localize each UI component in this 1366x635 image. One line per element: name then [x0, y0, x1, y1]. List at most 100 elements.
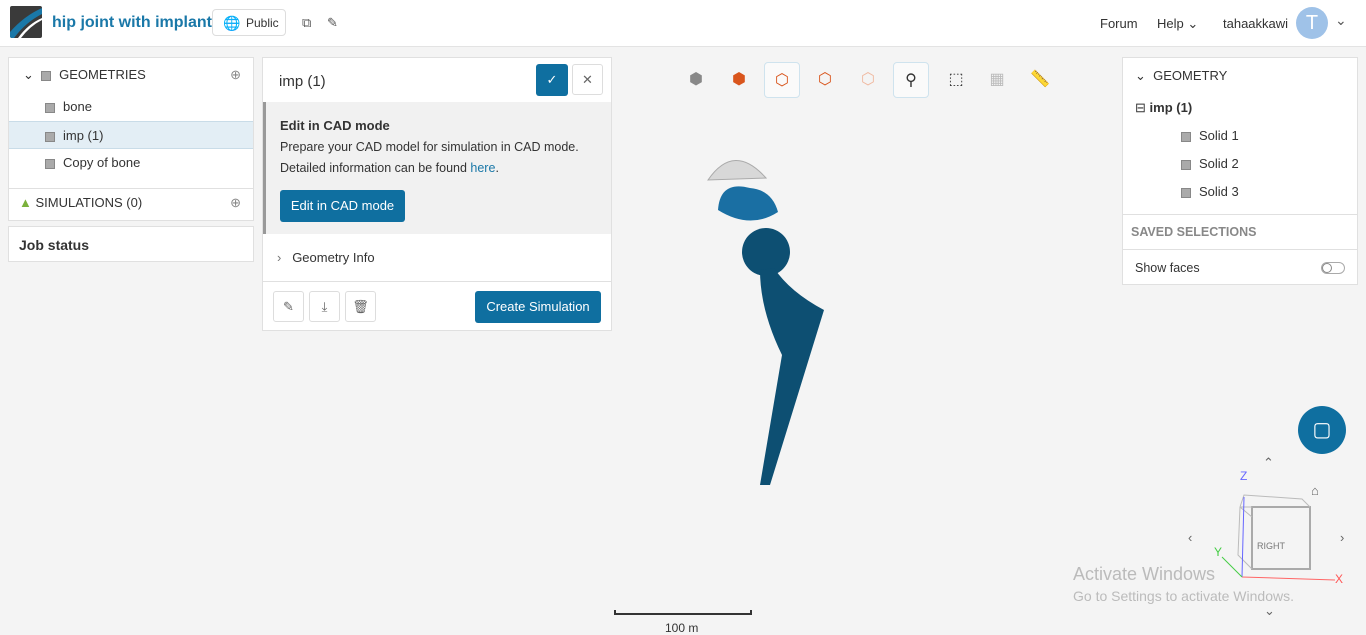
pencil-icon[interactable]: ✎: [327, 15, 338, 31]
simulations-label: SIMULATIONS (0): [35, 195, 143, 210]
chevron-down-icon: ⌄: [23, 67, 34, 82]
close-button[interactable]: ✕: [572, 64, 603, 95]
geometry-info-label: Geometry Info: [292, 250, 375, 265]
show-faces-label: Show faces: [1135, 261, 1200, 275]
solid-icon: [1181, 131, 1191, 142]
scale-bar: [614, 610, 752, 615]
root-label: imp (1): [1149, 100, 1193, 115]
detail-title: imp (1): [279, 73, 326, 90]
z-axis-label: Z: [1240, 469, 1248, 483]
close-icon: ✕: [582, 72, 593, 87]
period: .: [495, 161, 499, 175]
tree-item-solid[interactable]: Solid 3: [1181, 184, 1239, 199]
item-label: Copy of bone: [63, 155, 141, 170]
view-faces-icon[interactable]: ⬡: [764, 62, 800, 98]
geometries-label: GEOMETRIES: [59, 67, 146, 82]
solid-icon: [1181, 159, 1191, 170]
geometry-header[interactable]: ⌄ GEOMETRY: [1135, 68, 1227, 84]
confirm-button[interactable]: ✓: [536, 64, 568, 96]
copy-icon[interactable]: ⧉: [302, 15, 311, 31]
project-title[interactable]: hip joint with implant: [52, 14, 212, 32]
download-icon: ⤓: [321, 299, 328, 314]
windows-watermark-text: Go to Settings to activate Windows.: [1073, 588, 1294, 604]
job-status-panel[interactable]: Job status: [8, 226, 254, 262]
create-simulation-button[interactable]: Create Simulation: [475, 291, 601, 323]
list-item-selected[interactable]: imp (1): [9, 121, 253, 149]
job-status-label: Job status: [19, 237, 90, 253]
chat-icon: ▢: [1312, 419, 1332, 441]
chevron-down-icon: ⌄: [1187, 16, 1199, 31]
item-label: imp (1): [63, 128, 104, 143]
chevron-right-icon: ›: [277, 250, 282, 265]
windows-watermark-title: Activate Windows: [1073, 564, 1216, 584]
view-solid-edges-icon[interactable]: ⬢: [721, 62, 757, 98]
saved-selections-header[interactable]: SAVED SELECTIONS: [1123, 214, 1357, 250]
delete-button[interactable]: 🗑: [345, 291, 376, 322]
chat-button[interactable]: ▢: [1298, 406, 1346, 454]
app-logo[interactable]: [10, 6, 42, 38]
tree-root[interactable]: ⊟ imp (1): [1135, 100, 1192, 116]
show-faces-toggle[interactable]: [1321, 262, 1345, 274]
view-wireframe-icon[interactable]: ⬡: [807, 62, 843, 98]
rotate-left-icon[interactable]: ‹: [1188, 530, 1192, 545]
axes-cube-graphic: [1221, 494, 1336, 581]
simulations-header[interactable]: ▲ SIMULATIONS (0) ⊕: [9, 188, 253, 216]
view-cube-face-label: RIGHT: [1257, 541, 1285, 551]
box-select-icon[interactable]: ⬚: [938, 62, 974, 98]
acetabular-shell: [718, 186, 778, 221]
cad-heading: Edit in CAD mode: [280, 118, 390, 133]
avatar[interactable]: T: [1296, 7, 1328, 39]
rotate-right-icon[interactable]: ›: [1340, 530, 1344, 545]
solid-label: Solid 1: [1199, 128, 1239, 143]
check-icon: ✓: [546, 72, 558, 87]
list-item[interactable]: Copy of bone: [9, 149, 253, 177]
download-button[interactable]: ⤓: [309, 291, 340, 322]
x-axis-label: X: [1335, 572, 1344, 586]
femoral-head: [742, 228, 790, 276]
trash-icon: 🗑: [352, 299, 369, 314]
list-item[interactable]: bone: [9, 93, 253, 121]
detail-panel: imp (1) ✓ ✕ Edit in CAD mode Prepare you…: [262, 57, 612, 331]
view-solid-icon[interactable]: ⬢: [678, 62, 714, 98]
geometries-icon: [41, 70, 52, 81]
visibility-label: Public: [246, 16, 279, 30]
cad-text-line2: Detailed information can be found here.: [280, 161, 499, 175]
geometry-icon: [45, 158, 55, 169]
edit-cad-button[interactable]: Edit in CAD mode: [280, 190, 405, 222]
collapse-icon: ⊟: [1135, 100, 1146, 115]
geometry-label: GEOMETRY: [1153, 68, 1228, 83]
username[interactable]: tahaakkawi: [1223, 16, 1288, 31]
help-menu[interactable]: Help ⌄: [1157, 16, 1198, 32]
geometry-info-toggle[interactable]: › Geometry Info: [277, 250, 375, 265]
top-bar: hip joint with implant 🌐 Public ⧉ ✎ Forum…: [0, 0, 1366, 47]
chevron-down-icon[interactable]: ⌄: [1335, 12, 1347, 29]
solid-label: Solid 2: [1199, 156, 1239, 171]
visibility-button[interactable]: 🌐 Public: [212, 9, 286, 36]
chevron-down-icon: ⌄: [1135, 68, 1146, 83]
mesh-icon[interactable]: ▦: [979, 62, 1015, 98]
globe-icon: 🌐: [223, 15, 241, 31]
point-select-icon[interactable]: ⚲: [893, 62, 929, 98]
simulations-icon: ▲: [19, 195, 32, 210]
tree-item-solid[interactable]: Solid 2: [1181, 156, 1239, 171]
forum-link[interactable]: Forum: [1100, 16, 1138, 31]
add-simulation-icon[interactable]: ⊕: [230, 189, 241, 217]
geometry-tree-panel: ⌄ GEOMETRY ⊟ imp (1) Solid 1 Solid 2 Sol…: [1122, 57, 1358, 285]
3d-model-viewport[interactable]: [690, 150, 840, 490]
rotate-up-icon[interactable]: ⌃: [1263, 455, 1274, 471]
help-link[interactable]: here: [470, 161, 495, 175]
measure-icon[interactable]: 📏: [1022, 62, 1058, 98]
cad-text: Prepare your CAD model for simulation in…: [280, 140, 579, 154]
view-transparent-icon[interactable]: ⬡: [850, 62, 886, 98]
edit-icon: ✎: [283, 299, 294, 314]
cad-text2: Detailed information can be found: [280, 161, 471, 175]
solid-label: Solid 3: [1199, 184, 1239, 199]
geometry-icon: [45, 102, 55, 113]
edit-button[interactable]: ✎: [273, 291, 304, 322]
add-geometry-icon[interactable]: ⊕: [230, 61, 241, 89]
tree-item-solid[interactable]: Solid 1: [1181, 128, 1239, 143]
scale-label: 100 m: [665, 621, 699, 635]
geometries-header[interactable]: ⌄ GEOMETRIES ⊕: [9, 61, 253, 89]
rotate-down-icon[interactable]: ⌄: [1264, 603, 1275, 619]
solid-icon: [1181, 187, 1191, 198]
